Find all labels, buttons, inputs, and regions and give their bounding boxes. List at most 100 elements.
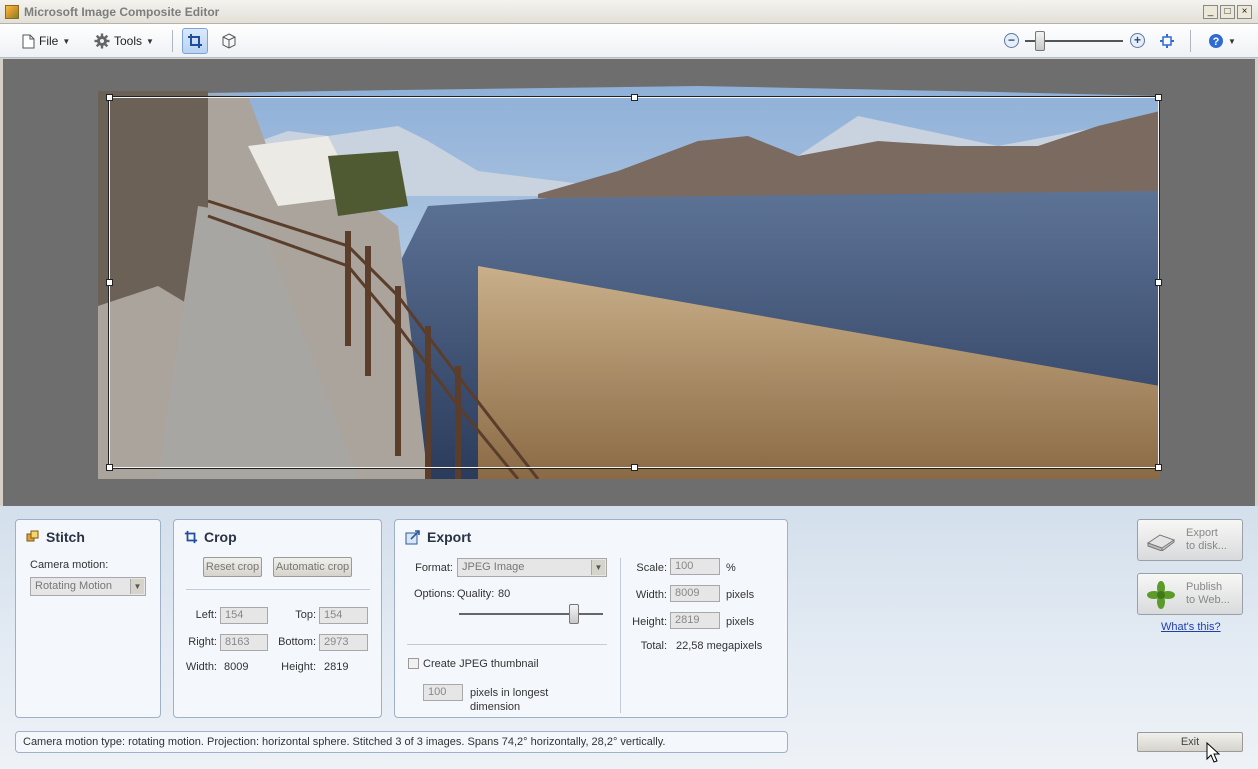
scale-unit: % xyxy=(726,562,736,574)
crop-bottom-label: Bottom: xyxy=(278,636,316,648)
document-icon xyxy=(22,34,35,48)
crop-handle-bottom-right[interactable] xyxy=(1155,464,1162,471)
image-canvas[interactable] xyxy=(3,59,1255,506)
crop-title-label: Crop xyxy=(204,529,237,545)
format-select[interactable]: JPEG Image ▼ xyxy=(457,558,607,577)
crop-right-field[interactable]: 8163 xyxy=(220,634,268,651)
crop-handle-bottom[interactable] xyxy=(631,464,638,471)
settings-area: Stitch Camera motion: Rotating Motion ▼ … xyxy=(0,506,1258,769)
crop-handle-top-right[interactable] xyxy=(1155,94,1162,101)
export-disk-label-2: to disk... xyxy=(1186,540,1227,552)
camera-motion-select[interactable]: Rotating Motion ▼ xyxy=(30,577,146,596)
tools-menu-label: Tools xyxy=(114,34,143,48)
crop-handle-left[interactable] xyxy=(106,279,113,286)
quality-value: 80 xyxy=(498,588,511,600)
gear-icon xyxy=(94,33,110,49)
export-title-label: Export xyxy=(427,529,472,545)
crop-handle-right[interactable] xyxy=(1155,279,1162,286)
export-title: Export xyxy=(405,529,471,545)
crop-tool-button[interactable] xyxy=(182,28,208,54)
export-to-disk-button[interactable]: Export to disk... xyxy=(1137,519,1243,561)
leaf-icon xyxy=(1147,581,1175,609)
close-button[interactable]: × xyxy=(1237,5,1252,19)
chevron-down-icon: ▼ xyxy=(130,579,144,594)
camera-motion-label: Camera motion: xyxy=(30,559,109,571)
scale-field[interactable]: 100 xyxy=(670,558,720,575)
file-menu[interactable]: File ▼ xyxy=(22,32,70,50)
publish-web-label-1: Publish xyxy=(1186,581,1223,593)
tools-menu[interactable]: Tools ▼ xyxy=(94,32,154,50)
stitch-title: Stitch xyxy=(26,529,85,545)
divider xyxy=(407,644,607,645)
fit-window-icon xyxy=(1160,34,1174,48)
zoom-out-button[interactable]: − xyxy=(1004,33,1019,48)
zoom-slider-thumb[interactable] xyxy=(1035,31,1045,51)
maximize-button[interactable]: □ xyxy=(1220,5,1235,19)
crop-handle-bottom-left[interactable] xyxy=(106,464,113,471)
title-bar: Microsoft Image Composite Editor _ □ × xyxy=(0,0,1258,24)
thumb-pixels-field[interactable]: 100 xyxy=(423,684,463,701)
crop-left-label: Left: xyxy=(195,609,217,621)
projection-tool-button[interactable] xyxy=(216,28,242,54)
crop-bottom-field[interactable]: 2973 xyxy=(319,634,368,651)
export-width-unit: pixels xyxy=(726,589,755,601)
crop-height-label: Height: xyxy=(281,661,316,673)
crop-top-field[interactable]: 154 xyxy=(319,607,368,624)
thumbnail-label: Create JPEG thumbnail xyxy=(423,658,539,670)
total-label: Total: xyxy=(640,640,667,652)
toolbar-divider xyxy=(1190,30,1191,52)
crop-left-field[interactable]: 154 xyxy=(220,607,268,624)
svg-text:?: ? xyxy=(1213,36,1220,48)
thumb-pixels-label-2: dimension xyxy=(470,701,521,713)
disk-icon xyxy=(1146,534,1176,551)
export-panel: Export Format: JPEG Image ▼ Options: Qua… xyxy=(394,519,788,718)
format-label: Format: xyxy=(415,562,453,574)
toolbar-divider xyxy=(172,30,173,52)
stitch-title-label: Stitch xyxy=(46,529,85,545)
chevron-down-icon: ▼ xyxy=(146,36,154,46)
publish-to-web-button[interactable]: Publish to Web... xyxy=(1137,573,1243,615)
export-width-label: Width: xyxy=(635,589,667,601)
quality-label: Quality: xyxy=(457,588,495,600)
scale-label: Scale: xyxy=(636,562,667,574)
crop-right-label: Right: xyxy=(188,636,217,648)
reset-crop-button[interactable]: Reset crop xyxy=(203,557,262,577)
minimize-button[interactable]: _ xyxy=(1203,5,1218,19)
cursor-icon xyxy=(1206,742,1220,763)
crop-width-label: Width: xyxy=(185,661,217,673)
crop-width-value: 8009 xyxy=(224,661,249,673)
publish-web-label-2: to Web... xyxy=(1186,594,1230,606)
export-height-label: Height: xyxy=(632,616,667,628)
crop-title: Crop xyxy=(184,529,237,545)
export-height-field[interactable]: 2819 xyxy=(670,612,720,629)
crop-top-label: Top: xyxy=(295,609,316,621)
help-icon: ? xyxy=(1209,34,1223,48)
exit-button[interactable]: Exit xyxy=(1137,732,1243,752)
camera-motion-value: Rotating Motion xyxy=(35,580,113,592)
help-menu[interactable]: ? ▼ xyxy=(1208,32,1236,50)
whats-this-link[interactable]: What's this? xyxy=(1161,621,1221,633)
window-title: Microsoft Image Composite Editor xyxy=(24,5,220,19)
export-icon xyxy=(405,530,420,545)
quality-slider-thumb[interactable] xyxy=(569,604,580,624)
crop-icon xyxy=(184,530,198,544)
crop-rectangle[interactable] xyxy=(106,94,1162,471)
stitch-icon xyxy=(26,530,39,542)
crop-handle-top[interactable] xyxy=(631,94,638,101)
chevron-down-icon: ▼ xyxy=(1228,36,1236,46)
stitch-panel: Stitch Camera motion: Rotating Motion ▼ xyxy=(15,519,161,718)
export-height-unit: pixels xyxy=(726,616,755,628)
options-label: Options: xyxy=(414,588,455,600)
thumbnail-checkbox[interactable] xyxy=(408,658,419,669)
quality-slider-track[interactable] xyxy=(459,613,603,615)
app-icon xyxy=(5,5,19,19)
file-menu-label: File xyxy=(39,34,59,48)
thumb-pixels-label: pixels in longest xyxy=(470,687,549,699)
export-width-field[interactable]: 8009 xyxy=(670,585,720,602)
zoom-in-button[interactable]: + xyxy=(1130,33,1145,48)
automatic-crop-button[interactable]: Automatic crop xyxy=(273,557,352,577)
divider xyxy=(620,558,621,713)
fit-to-window-button[interactable] xyxy=(1154,28,1180,54)
total-value: 22,58 megapixels xyxy=(676,640,763,652)
crop-handle-top-left[interactable] xyxy=(106,94,113,101)
